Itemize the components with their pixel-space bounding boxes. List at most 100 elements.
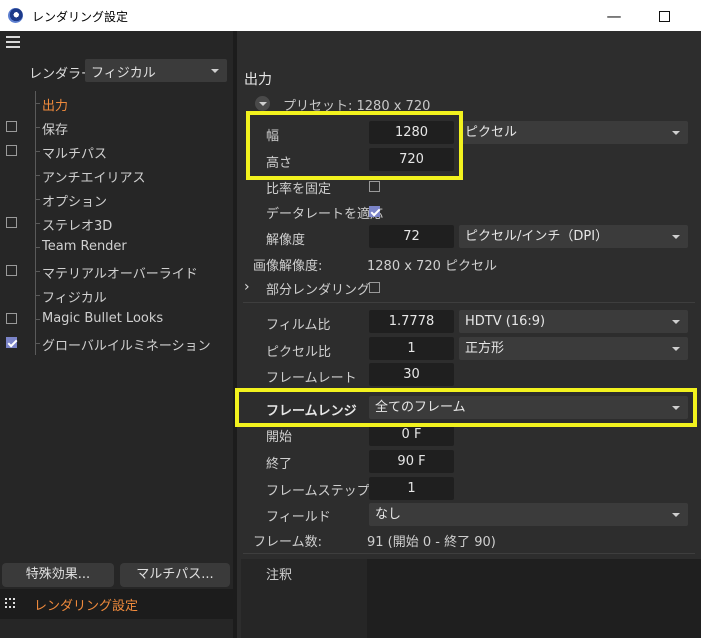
resolution-unit-select[interactable]: ピクセル/インチ（DPI）: [459, 225, 688, 248]
sidebar-item-checkbox[interactable]: [6, 121, 17, 132]
width-height-highlight: [246, 111, 463, 180]
size-unit-value: ピクセル: [465, 125, 518, 140]
sidebar-item[interactable]: グローバルイルミネーション: [0, 331, 233, 355]
frame-count-label: フレーム数:: [253, 535, 322, 550]
lock-ratio-label: 比率を固定: [266, 182, 332, 197]
chevron-down-icon: [672, 235, 680, 239]
sidebar-item[interactable]: ステレオ3D: [0, 211, 233, 235]
notes-label: 注釈: [266, 568, 293, 583]
sidebar-item-checkbox[interactable]: [6, 265, 17, 276]
window-title: レンダリング設定: [32, 10, 129, 24]
sidebar-item-label: ステレオ3D: [42, 219, 113, 234]
framerate-label: フレームレート: [266, 371, 357, 386]
sidebar-item[interactable]: 保存: [0, 115, 233, 139]
title-bar: レンダリング設定 —: [0, 0, 701, 31]
notes-textarea[interactable]: [367, 559, 701, 638]
tree-branch: [35, 271, 40, 272]
preset-expand-icon[interactable]: [255, 96, 270, 111]
field-label: フィールド: [266, 510, 331, 525]
minimize-button[interactable]: —: [599, 6, 629, 26]
renderer-value: フィジカル: [91, 66, 156, 81]
maximize-button[interactable]: [649, 6, 679, 26]
image-resolution-label: 画像解像度:: [253, 259, 323, 274]
sidebar-item-checkbox[interactable]: [6, 145, 17, 156]
sidebar-item[interactable]: 出力: [0, 91, 233, 115]
sidebar-item-label: マルチパス: [42, 147, 108, 162]
tree-branch: [35, 127, 40, 128]
render-settings-footer[interactable]: レンダリング設定: [0, 589, 233, 619]
sidebar-item-label: 保存: [42, 123, 69, 138]
framerate-field[interactable]: 30: [369, 363, 454, 386]
pixel-aspect-select[interactable]: 正方形: [459, 337, 688, 360]
multipass-button[interactable]: マルチパス...: [120, 563, 230, 587]
sidebar-item-label: 出力: [42, 99, 69, 114]
sidebar-item-label: オプション: [42, 195, 108, 210]
frame-step-label: フレームステップ: [266, 484, 370, 499]
chevron-down-icon: [672, 347, 680, 351]
size-unit-select[interactable]: ピクセル: [459, 121, 688, 144]
region-render-checkbox[interactable]: [369, 282, 380, 293]
tree-branch: [35, 151, 40, 152]
sidebar-item-label: アンチエイリアス: [42, 171, 146, 186]
chevron-down-icon: [672, 131, 680, 135]
tree-branch: [35, 343, 40, 344]
film-aspect-field[interactable]: 1.7778: [369, 310, 454, 333]
render-settings-label: レンダリング設定: [34, 599, 139, 614]
pixel-aspect-field[interactable]: 1: [369, 337, 454, 360]
maximize-icon: [658, 11, 670, 22]
sidebar-item-label: フィジカル: [42, 291, 107, 306]
sidebar-item-label: グローバルイルミネーション: [42, 339, 211, 354]
pixel-aspect-preset: 正方形: [465, 341, 505, 356]
settings-sidebar: レンダラー フィジカル 出力 保存 マルチパス アンチエイリアス オプション ステレオ3D…: [0, 31, 233, 638]
tree-branch: [35, 223, 40, 224]
sidebar-item[interactable]: マテリアルオーバーライド: [0, 259, 233, 283]
effects-button[interactable]: 特殊効果...: [2, 563, 114, 587]
separator: [243, 553, 695, 554]
region-render-label: 部分レンダリング: [266, 283, 371, 298]
hamburger-menu-icon[interactable]: [6, 36, 20, 48]
resolution-field[interactable]: 72: [369, 225, 454, 248]
sidebar-bottom-area: [0, 619, 233, 638]
resolution-unit-value: ピクセル/インチ（DPI）: [465, 229, 609, 244]
tree-branch: [35, 199, 40, 200]
pixel-aspect-label: ピクセル比: [266, 345, 332, 360]
adapt-framerate-label: データレートを適応: [266, 207, 384, 222]
lock-ratio-checkbox[interactable]: [369, 181, 380, 192]
chevron-down-icon: [672, 513, 680, 517]
renderer-select[interactable]: フィジカル: [85, 59, 227, 82]
tree-branch: [35, 295, 40, 296]
tree-branch: [35, 103, 40, 104]
notes-label-area: [241, 559, 367, 638]
resolution-label: 解像度: [266, 233, 306, 248]
sidebar-item[interactable]: Team Render: [0, 235, 233, 259]
sidebar-item[interactable]: フィジカル: [0, 283, 233, 307]
section-title: 出力: [244, 72, 272, 88]
sidebar-item-checkbox[interactable]: [6, 337, 17, 348]
separator: [243, 302, 695, 303]
sidebar-item-label: マテリアルオーバーライド: [42, 267, 198, 282]
chevron-right-icon[interactable]: ›: [244, 279, 250, 295]
sidebar-item[interactable]: オプション: [0, 187, 233, 211]
frame-range-highlight: [235, 388, 697, 427]
field-value: なし: [375, 507, 402, 522]
adapt-framerate-checkbox[interactable]: [369, 206, 380, 217]
tree-branch: [35, 319, 40, 320]
chevron-down-icon: [211, 69, 219, 73]
sidebar-item-checkbox[interactable]: [6, 217, 17, 228]
sidebar-item[interactable]: マルチパス: [0, 139, 233, 163]
tree-branch: [35, 247, 40, 248]
chevron-down-icon: [672, 320, 680, 324]
start-label: 開始: [266, 430, 293, 445]
sidebar-item-label: Team Render: [42, 239, 127, 254]
end-field[interactable]: 90 F: [369, 450, 454, 473]
render-settings-icon: [5, 598, 15, 608]
film-aspect-label: フィルム比: [266, 318, 331, 333]
film-aspect-select[interactable]: HDTV (16:9): [459, 310, 688, 333]
sidebar-item-label: Magic Bullet Looks: [42, 311, 164, 326]
sidebar-item[interactable]: Magic Bullet Looks: [0, 307, 233, 331]
sidebar-item[interactable]: アンチエイリアス: [0, 163, 233, 187]
sidebar-item-checkbox[interactable]: [6, 313, 17, 324]
field-select[interactable]: なし: [369, 503, 688, 526]
film-aspect-preset: HDTV (16:9): [465, 314, 546, 329]
frame-step-field[interactable]: 1: [369, 477, 454, 500]
